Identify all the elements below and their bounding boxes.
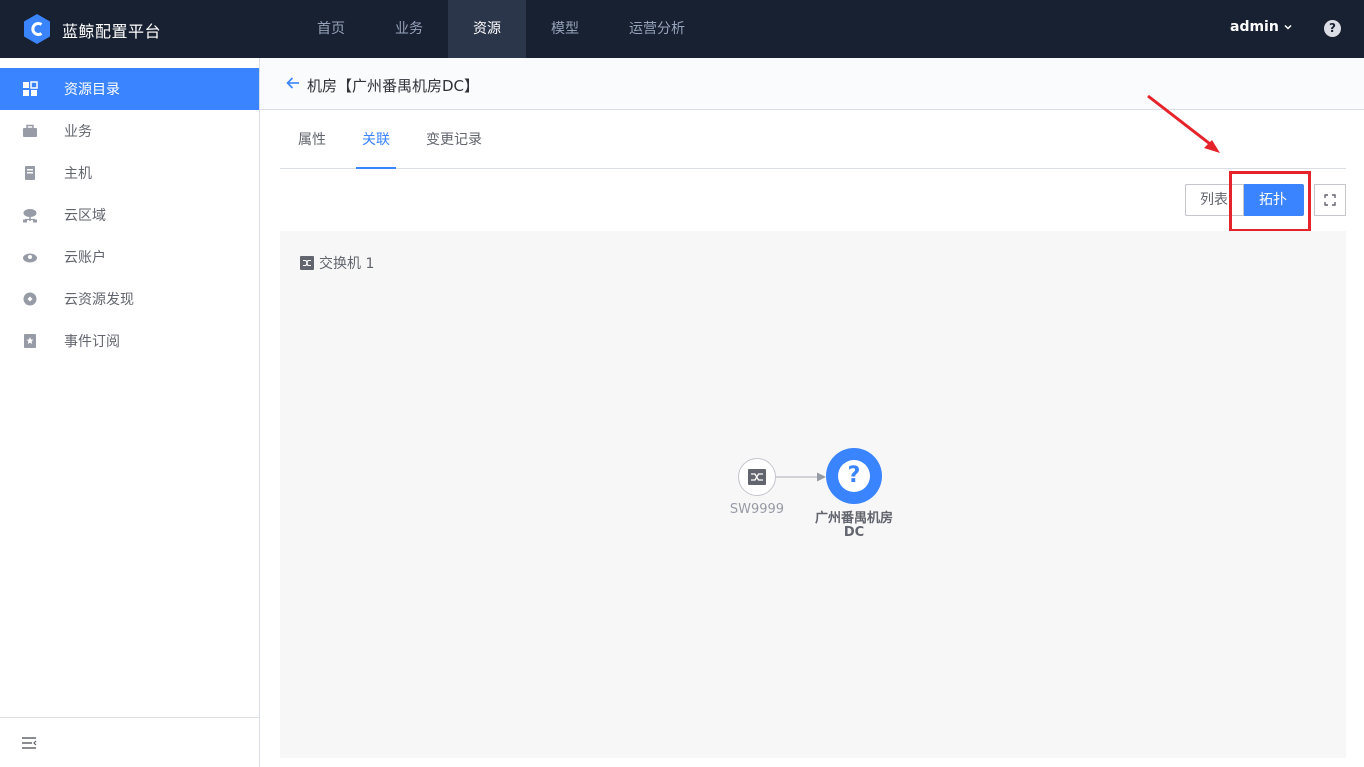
- topology-canvas[interactable]: 交换机 1 SW9999 ? 广州番禺机房 DC: [280, 231, 1346, 758]
- sidebar-item-label: 主机: [64, 166, 92, 182]
- grid-icon: [22, 81, 38, 97]
- collapse-menu-icon[interactable]: [21, 736, 37, 750]
- username: admin: [1230, 19, 1279, 35]
- nav-model[interactable]: 模型: [526, 0, 604, 58]
- list-view-button[interactable]: 列表: [1185, 184, 1244, 216]
- node-label-line: 广州番禺机房: [814, 511, 893, 526]
- sidebar-item-event-subscription[interactable]: 事件订阅: [0, 320, 259, 362]
- tab-properties[interactable]: 属性: [298, 110, 326, 169]
- briefcase-icon: [22, 123, 38, 139]
- nav-resource[interactable]: 资源: [448, 0, 526, 58]
- host-icon: [22, 165, 38, 181]
- node-label-datacenter: 广州番禺机房 DC: [794, 512, 914, 540]
- bookmark-icon: [22, 333, 38, 349]
- sidebar-menu: 资源目录 业务 主机 云区域 云账户 云资源发现 事件订阅: [0, 68, 259, 362]
- sidebar-item-host[interactable]: 主机: [0, 152, 259, 194]
- sidebar-item-resource-directory[interactable]: 资源目录: [0, 68, 259, 110]
- back-arrow-icon[interactable]: [286, 76, 300, 90]
- app-brand-name[interactable]: 蓝鲸配置平台: [62, 18, 161, 42]
- nav-home[interactable]: 首页: [292, 0, 370, 58]
- node-label-line: DC: [843, 525, 865, 540]
- switch-icon: [748, 469, 766, 485]
- sidebar-item-label: 业务: [64, 124, 92, 140]
- view-toggle: 列表 拓扑: [1185, 184, 1304, 216]
- switch-icon: [300, 256, 314, 270]
- sidebar-item-cloud-area[interactable]: 云区域: [0, 194, 259, 236]
- fullscreen-icon: [1324, 194, 1336, 206]
- tab-bar: 属性 关联 变更记录: [280, 110, 1346, 169]
- page-header: 机房【广州番禺机房DC】: [260, 58, 1364, 110]
- sidebar: 资源目录 业务 主机 云区域 云账户 云资源发现 事件订阅: [0, 58, 260, 767]
- sidebar-item-label: 云账户: [64, 250, 106, 266]
- sidebar-item-label: 云区域: [64, 208, 106, 224]
- topology-legend[interactable]: 交换机 1: [300, 253, 374, 273]
- cloud-account-icon: [22, 249, 38, 265]
- top-navbar: 蓝鲸配置平台 首页 业务 资源 模型 运营分析 admin ?: [0, 0, 1364, 58]
- discover-icon: [22, 291, 38, 307]
- topology-view-button[interactable]: 拓扑: [1244, 184, 1304, 216]
- cloud-network-icon: [22, 207, 38, 223]
- sidebar-footer: [0, 717, 259, 767]
- tab-change-history[interactable]: 变更记录: [426, 110, 482, 169]
- page-title: 机房【广州番禺机房DC】: [307, 77, 480, 95]
- sidebar-item-cloud-discovery[interactable]: 云资源发现: [0, 278, 259, 320]
- chevron-down-icon: [1284, 24, 1292, 30]
- sidebar-item-cloud-account[interactable]: 云账户: [0, 236, 259, 278]
- sidebar-item-label: 云资源发现: [64, 292, 134, 308]
- tab-relations[interactable]: 关联: [356, 110, 396, 169]
- question-icon: ?: [838, 460, 870, 492]
- node-label: SW9999: [729, 502, 785, 517]
- nav-business[interactable]: 业务: [370, 0, 448, 58]
- topology-node-switch[interactable]: [738, 458, 776, 496]
- nav-analysis[interactable]: 运营分析: [604, 0, 710, 58]
- sidebar-item-label: 事件订阅: [64, 334, 120, 350]
- topology-node-datacenter[interactable]: ?: [826, 448, 882, 504]
- sidebar-item-business[interactable]: 业务: [0, 110, 259, 152]
- sidebar-item-label: 资源目录: [64, 82, 120, 98]
- help-icon[interactable]: ?: [1324, 20, 1341, 37]
- app-logo-icon[interactable]: [22, 13, 52, 45]
- user-menu[interactable]: admin: [1230, 19, 1293, 35]
- fullscreen-button[interactable]: [1314, 184, 1346, 216]
- topology-edge: [775, 472, 826, 482]
- legend-label: 交换机 1: [319, 256, 375, 272]
- main-nav: 首页 业务 资源 模型 运营分析: [292, 0, 710, 58]
